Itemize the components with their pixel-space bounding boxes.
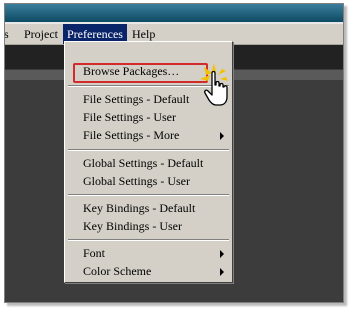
menu-item-label: File Settings - Default [83,92,190,106]
menu-view-partial[interactable]: s [5,24,13,44]
menu-item-label: Color Scheme [83,264,152,278]
menu-separator [68,194,229,196]
menu-separator [68,239,229,241]
menu-item-font[interactable]: Font [65,244,232,262]
menu-item-label: Global Settings - Default [83,156,204,170]
menu-item-global-settings-default[interactable]: Global Settings - Default [65,154,232,172]
menu-item-color-scheme[interactable]: Color Scheme [65,262,232,280]
menu-separator [68,149,229,151]
menu-project[interactable]: Project [20,24,62,44]
menu-item-label: Key Bindings - User [83,219,182,233]
menu-item-label: Key Bindings - Default [83,201,196,215]
menu-item-label: Global Settings - User [83,174,190,188]
editor-bar-left [5,70,65,80]
menu-item-key-bindings-default[interactable]: Key Bindings - Default [65,199,232,217]
editor-bar-right [230,70,343,80]
screenshot-frame: s Project Preferences Help Browse Packag… [4,3,344,303]
menu-item-label: Font [83,246,106,260]
menu-item-key-bindings-user[interactable]: Key Bindings - User [65,217,232,235]
menu-item-label: File Settings - More [83,128,180,142]
submenu-arrow-icon [220,132,224,140]
menu-item-global-settings-user[interactable]: Global Settings - User [65,172,232,190]
annotation-highlight-box [73,63,208,83]
menu-item-file-settings-user[interactable]: File Settings - User [65,108,232,126]
submenu-arrow-icon [220,268,224,276]
menu-item-label: File Settings - User [83,110,176,124]
hand-pointer-icon [200,63,228,106]
menu-item-file-settings-more[interactable]: File Settings - More [65,126,232,144]
submenu-arrow-icon [220,250,224,258]
title-bar [5,4,343,22]
